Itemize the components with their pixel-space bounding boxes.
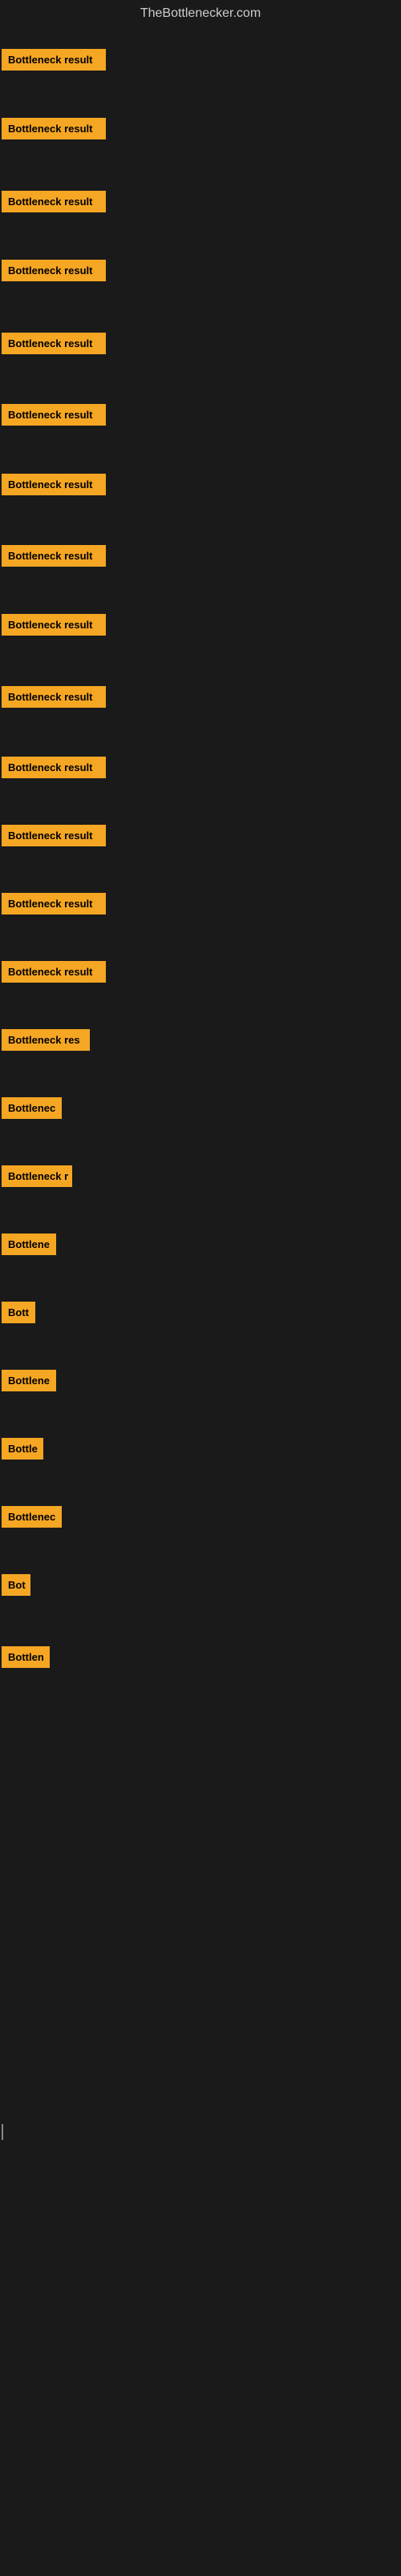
bottleneck-item[interactable]: Bottlenec: [2, 1506, 62, 1528]
bottleneck-item[interactable]: Bottleneck result: [2, 757, 106, 778]
bottleneck-item[interactable]: Bottleneck result: [2, 191, 106, 212]
site-title: TheBottlenecker.com: [0, 0, 401, 27]
bottleneck-item[interactable]: Bottleneck result: [2, 474, 106, 495]
bottleneck-item[interactable]: Bottleneck res: [2, 1029, 90, 1051]
bottleneck-item[interactable]: Bottleneck result: [2, 333, 106, 354]
bottleneck-item[interactable]: Bottleneck result: [2, 614, 106, 636]
bottleneck-item[interactable]: Bottleneck result: [2, 825, 106, 846]
bottleneck-item[interactable]: Bottleneck result: [2, 118, 106, 139]
bottleneck-item[interactable]: Bottleneck result: [2, 49, 106, 71]
bottleneck-item[interactable]: Bottleneck result: [2, 545, 106, 567]
bottleneck-item[interactable]: Bottlenec: [2, 1097, 62, 1119]
bottleneck-item[interactable]: Bottleneck result: [2, 686, 106, 708]
bottleneck-item[interactable]: Bottleneck result: [2, 893, 106, 915]
bottleneck-item[interactable]: Bot: [2, 1574, 30, 1596]
items-container: Bottleneck result Bottleneck result Bottle…: [0, 27, 401, 2576]
bottleneck-item[interactable]: Bottleneck result: [2, 961, 106, 983]
bottleneck-item[interactable]: Bottle: [2, 1438, 43, 1460]
bottleneck-item[interactable]: Bottleneck r: [2, 1165, 72, 1187]
cursor: [2, 2124, 3, 2140]
bottleneck-item[interactable]: Bottlene: [2, 1233, 56, 1255]
bottleneck-item[interactable]: Bottleneck result: [2, 404, 106, 426]
bottleneck-item[interactable]: Bottlene: [2, 1370, 56, 1391]
bottleneck-item[interactable]: Bottlen: [2, 1646, 50, 1668]
bottleneck-item[interactable]: Bott: [2, 1302, 35, 1323]
bottleneck-item[interactable]: Bottleneck result: [2, 260, 106, 281]
